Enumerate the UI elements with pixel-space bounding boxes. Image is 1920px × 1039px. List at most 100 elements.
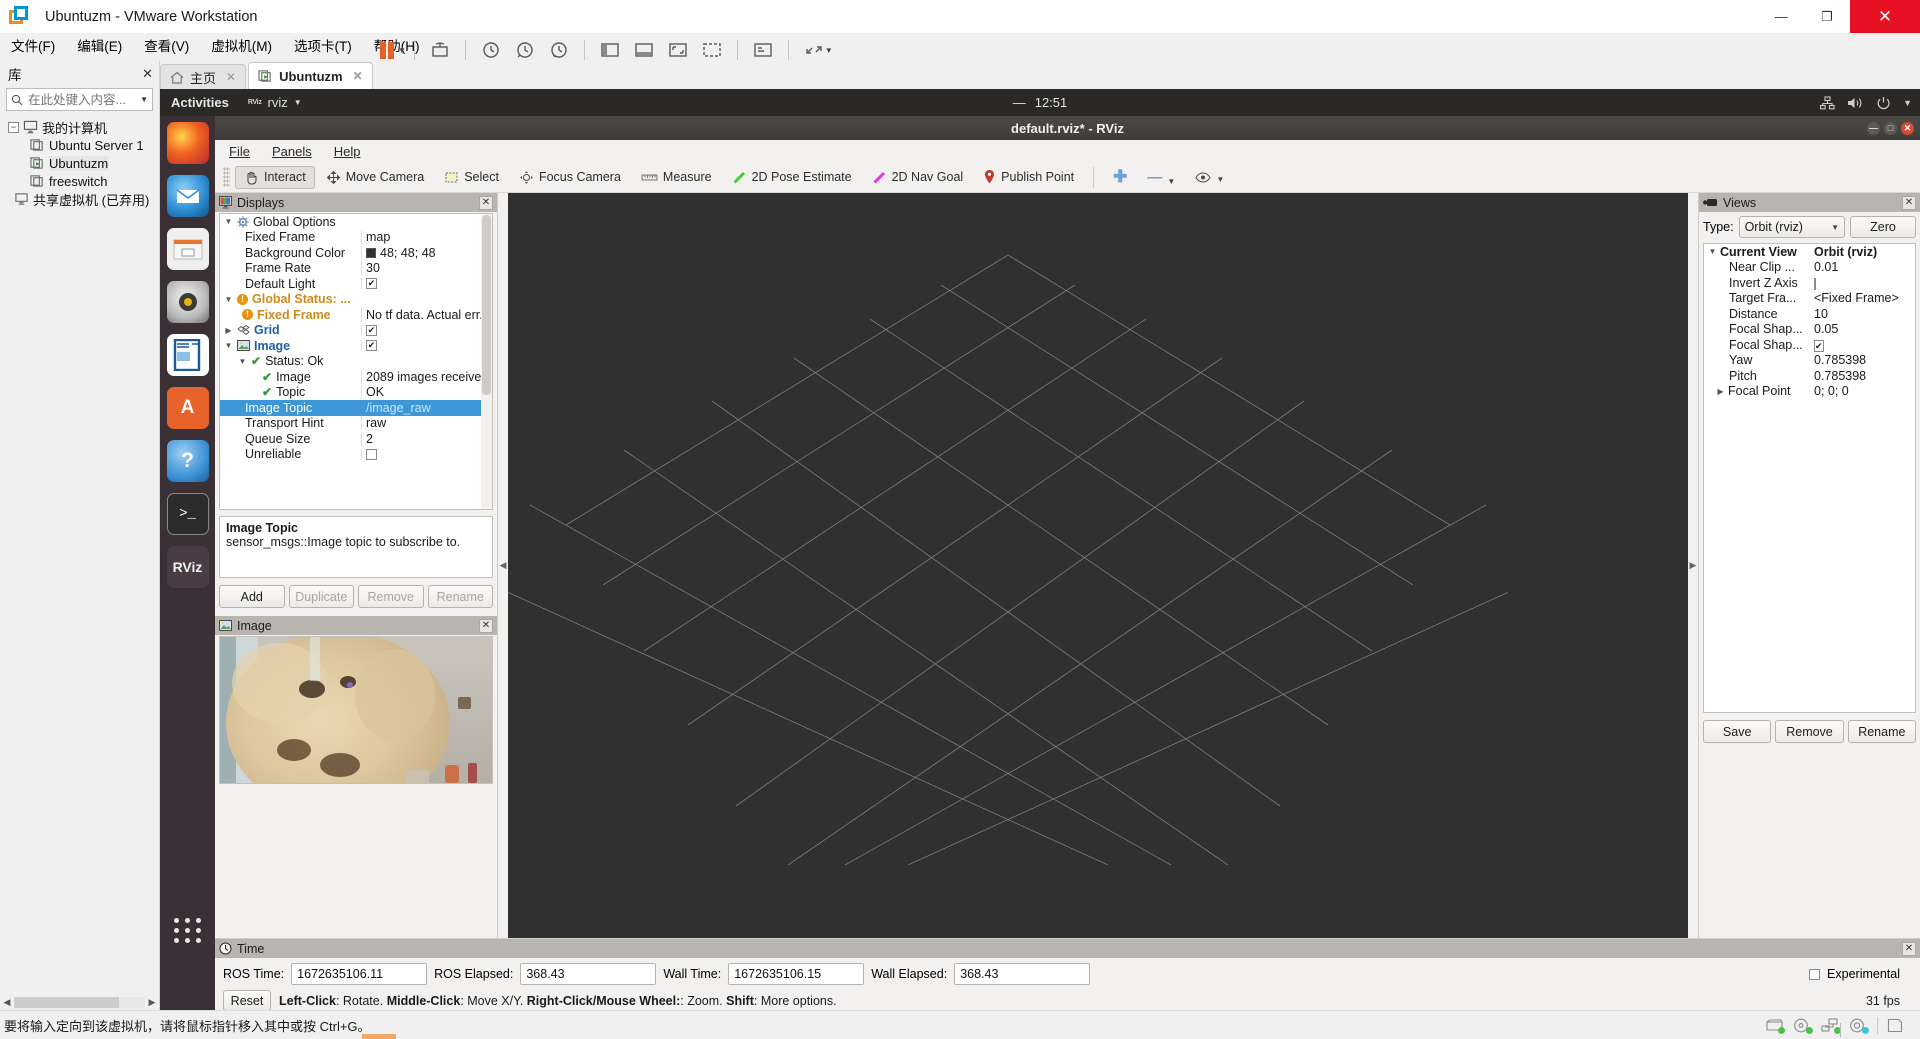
- view-row-invert-z-axis[interactable]: Invert Z Axis: [1704, 275, 1915, 291]
- view-row-value[interactable]: 0.01: [1812, 260, 1915, 274]
- expander-icon[interactable]: ▼: [224, 295, 233, 304]
- remove-tool-button[interactable]: — ▼: [1138, 165, 1184, 190]
- close-button[interactable]: ✕: [1850, 0, 1920, 33]
- tab-close-icon[interactable]: ✕: [353, 69, 363, 83]
- displays-close-icon[interactable]: ✕: [479, 195, 493, 210]
- display-row-queue-size[interactable]: Queue Size 2: [220, 431, 492, 447]
- remove-display-button[interactable]: Remove: [358, 585, 424, 608]
- take-snapshot-button[interactable]: [508, 36, 542, 64]
- menu-vm[interactable]: 虚拟机(M): [200, 33, 283, 61]
- scrollbar-thumb[interactable]: [14, 996, 119, 1008]
- rename-display-button[interactable]: Rename: [427, 585, 493, 608]
- app-menu-rviz[interactable]: RViz rviz ▼: [240, 95, 310, 110]
- view-row-near-clip[interactable]: Near Clip ... 0.01: [1704, 260, 1915, 276]
- scrollbar-track[interactable]: [14, 996, 145, 1008]
- right-splitter[interactable]: ▶: [1688, 193, 1698, 938]
- view-type-select[interactable]: Orbit (rviz) ▼: [1738, 216, 1845, 238]
- launcher-item-ubuntu-software[interactable]: A: [160, 381, 215, 434]
- library-close-icon[interactable]: ✕: [142, 66, 153, 82]
- view-row-value[interactable]: 0.785398: [1812, 353, 1915, 367]
- remove-view-button[interactable]: Remove: [1775, 720, 1844, 743]
- checkbox-checked[interactable]: ✔: [366, 340, 377, 352]
- display-row-image[interactable]: ▼ Image ✔: [220, 338, 492, 354]
- display-row-grid[interactable]: ▶ Grid ✔: [220, 323, 492, 339]
- menu-edit[interactable]: 编辑(E): [66, 33, 133, 61]
- minimize-button[interactable]: —: [1758, 0, 1804, 33]
- ros-time-field[interactable]: 1672635106.11: [291, 963, 428, 985]
- tool-2d-pose-estimate[interactable]: 2D Pose Estimate: [723, 166, 861, 189]
- scrollbar-thumb[interactable]: [482, 215, 491, 395]
- tool-publish-point[interactable]: Publish Point: [974, 165, 1083, 189]
- views-close-icon[interactable]: ✕: [1902, 195, 1916, 210]
- view-row-focal-shape-size[interactable]: Focal Shap... 0.05: [1704, 322, 1915, 338]
- display-row-value[interactable]: [361, 448, 492, 460]
- tool-select[interactable]: Select: [435, 166, 508, 189]
- chevron-down-icon[interactable]: ▼: [294, 98, 302, 107]
- launcher-item-files[interactable]: [160, 222, 215, 275]
- fullscreen-button[interactable]: [695, 36, 729, 64]
- duplicate-display-button[interactable]: Duplicate: [288, 585, 354, 608]
- checkbox-checked[interactable]: ✔: [1814, 339, 1824, 352]
- expander-icon[interactable]: ▶: [224, 326, 233, 335]
- view-row-distance[interactable]: Distance 10: [1704, 306, 1915, 322]
- add-tool-button[interactable]: ✚: [1104, 163, 1136, 191]
- toolbar-grip[interactable]: [223, 167, 230, 187]
- display-row-status-topic[interactable]: ✔ Topic OK: [220, 385, 492, 401]
- scroll-right-icon[interactable]: ▶: [145, 997, 159, 1008]
- tree-item-shared-vms[interactable]: 共享虚拟机 (已弃用): [0, 190, 159, 208]
- view-row-current-view[interactable]: ▼ Current View Orbit (rviz): [1704, 244, 1915, 260]
- launcher-item-thunderbird[interactable]: [160, 169, 215, 222]
- launcher-item-firefox[interactable]: [160, 116, 215, 169]
- expander-icon[interactable]: −: [8, 121, 19, 133]
- hard-disk-icon[interactable]: [1765, 1018, 1785, 1034]
- cd-dvd-icon[interactable]: [1793, 1018, 1813, 1034]
- console-view-button[interactable]: [661, 36, 695, 64]
- checkbox-checked[interactable]: ✔: [366, 278, 377, 290]
- display-row-default-light[interactable]: Default Light ✔: [220, 276, 492, 292]
- display-row-status-image[interactable]: ✔ Image 2089 images received: [220, 369, 492, 385]
- wall-time-field[interactable]: 1672635106.15: [728, 963, 865, 985]
- expander-icon[interactable]: ▼: [1708, 247, 1717, 256]
- expander-icon[interactable]: ▼: [224, 341, 233, 350]
- show-applications-button[interactable]: [160, 905, 215, 955]
- 3d-render-view[interactable]: [508, 193, 1688, 938]
- tab-close-icon[interactable]: ✕: [226, 70, 236, 84]
- usb-icon[interactable]: [1849, 1018, 1869, 1034]
- tab-home[interactable]: 主页 ✕: [160, 64, 247, 89]
- display-row-image-topic[interactable]: Image Topic /image_raw: [220, 400, 492, 416]
- experimental-checkbox[interactable]: [1809, 968, 1821, 980]
- view-row-value[interactable]: 0; 0; 0: [1812, 384, 1915, 398]
- view-row-value[interactable]: 10: [1812, 307, 1915, 321]
- rviz-close-button[interactable]: ✕: [1901, 121, 1914, 135]
- displays-scrollbar[interactable]: [481, 214, 492, 509]
- tab-ubuntuzm[interactable]: Ubuntuzm ✕: [248, 62, 373, 89]
- view-row-value[interactable]: Orbit (rviz): [1812, 245, 1915, 259]
- display-row-value[interactable]: ✔: [361, 278, 492, 290]
- launcher-item-rhythmbox[interactable]: [160, 275, 215, 328]
- launcher-item-help[interactable]: ?: [160, 434, 215, 487]
- display-row-value[interactable]: 2: [361, 431, 492, 446]
- rviz-menu-help[interactable]: Help: [334, 144, 361, 159]
- network-icon[interactable]: [1820, 95, 1835, 110]
- image-panel-close-icon[interactable]: ✕: [479, 618, 493, 633]
- guest-vm-screen[interactable]: Activities RViz rviz ▼ — 12:51 ▼ A ? >_ …: [160, 89, 1920, 1010]
- display-row-status-fixed-frame[interactable]: ! Fixed Frame No tf data. Actual err...: [220, 307, 492, 323]
- display-row-value[interactable]: ✔: [361, 340, 492, 352]
- view-row-value[interactable]: 0.785398: [1812, 369, 1915, 383]
- rviz-minimize-button[interactable]: —: [1867, 121, 1880, 135]
- expander-icon[interactable]: ▼: [224, 217, 233, 226]
- ros-elapsed-field[interactable]: 368.43: [520, 963, 657, 985]
- wall-elapsed-field[interactable]: 368.43: [954, 963, 1091, 985]
- view-row-value[interactable]: <Fixed Frame>: [1812, 291, 1915, 305]
- network-icon[interactable]: [1821, 1017, 1841, 1034]
- launcher-item-libreoffice-writer[interactable]: [160, 328, 215, 381]
- view-row-pitch[interactable]: Pitch 0.785398: [1704, 368, 1915, 384]
- views-tree[interactable]: ▼ Current View Orbit (rviz) Near Clip ..…: [1703, 243, 1916, 713]
- gnome-clock[interactable]: — 12:51: [1013, 95, 1068, 110]
- suspend-dropdown-icon[interactable]: ▼: [398, 46, 406, 55]
- scroll-left-icon[interactable]: ◀: [0, 997, 14, 1008]
- display-row-value[interactable]: OK: [361, 385, 492, 400]
- revert-snapshot-button[interactable]: [542, 36, 576, 64]
- left-splitter[interactable]: ◀: [498, 193, 508, 938]
- checkbox-unchecked[interactable]: [366, 448, 377, 460]
